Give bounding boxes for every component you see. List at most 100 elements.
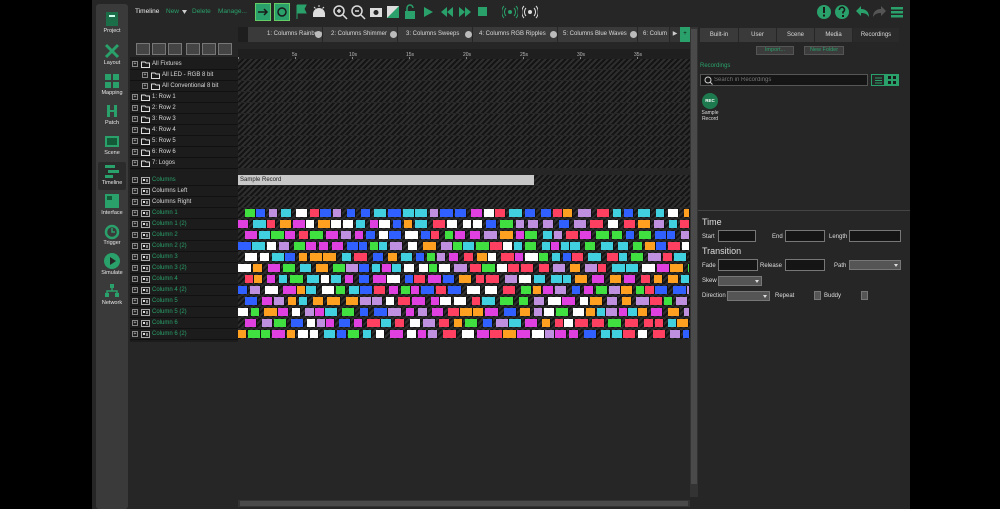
tree-row[interactable]: + All Fixtures <box>130 59 238 70</box>
cue-block[interactable] <box>636 286 645 294</box>
cue-block[interactable] <box>372 297 383 305</box>
cue-block[interactable] <box>331 275 342 283</box>
cue-block[interactable] <box>315 308 325 316</box>
grid-view-button[interactable] <box>885 74 899 86</box>
cue-block[interactable] <box>628 308 638 316</box>
cue-block[interactable] <box>516 220 525 228</box>
cue-block[interactable] <box>542 319 551 327</box>
cue-block[interactable] <box>470 264 482 272</box>
cue-block[interactable] <box>331 220 342 228</box>
cue-block[interactable] <box>367 319 381 327</box>
tree-row[interactable]: + Column 2 <box>130 230 238 241</box>
cue-block[interactable] <box>619 308 628 316</box>
cue-block[interactable] <box>370 242 379 250</box>
cue-block[interactable] <box>484 209 495 217</box>
tree-row[interactable]: + Column 5 <box>130 296 238 307</box>
cue-block[interactable] <box>269 209 278 217</box>
tree-row[interactable]: + Column 4 <box>130 274 238 285</box>
expand-toggle[interactable]: + <box>132 298 138 304</box>
cue-block[interactable] <box>504 308 517 316</box>
tree-row[interactable]: + Column 6 <box>130 318 238 329</box>
cue-block[interactable] <box>578 209 592 217</box>
tree-row[interactable]: + Column 1 (2) <box>130 219 238 230</box>
cue-block[interactable] <box>341 231 352 239</box>
cue-block[interactable] <box>310 209 320 217</box>
tree-row[interactable]: + Columns Right <box>130 197 238 208</box>
light-icon[interactable] <box>311 3 327 21</box>
cue-block[interactable] <box>639 231 652 239</box>
cue-block[interactable] <box>250 286 261 294</box>
cue-block[interactable] <box>355 231 364 239</box>
expand-toggle[interactable]: + <box>132 320 138 326</box>
cue-block[interactable] <box>323 253 337 261</box>
expand-toggle[interactable]: + <box>132 331 138 337</box>
cue-block[interactable] <box>555 319 564 327</box>
zoom-out-icon[interactable] <box>350 3 366 21</box>
cue-block[interactable] <box>245 275 254 283</box>
cue-block[interactable] <box>517 330 531 338</box>
cue-block[interactable] <box>448 286 462 294</box>
cue-block[interactable] <box>265 286 279 294</box>
timeline-lane[interactable] <box>238 307 690 317</box>
cue-block[interactable] <box>467 286 481 294</box>
tab-scene[interactable]: Scene <box>777 28 814 42</box>
cue-block[interactable] <box>541 209 552 217</box>
cue-block[interactable] <box>596 231 610 239</box>
cue-block[interactable] <box>553 209 563 217</box>
cue-block[interactable] <box>520 308 531 316</box>
tree-row[interactable]: + Column 5 (2) <box>130 307 238 318</box>
cue-block[interactable] <box>412 297 426 305</box>
tab-recordings[interactable]: Recordings <box>853 28 899 42</box>
cue-block[interactable] <box>322 286 335 294</box>
cue-block[interactable] <box>539 264 550 272</box>
cue-block[interactable] <box>503 242 513 250</box>
timeline-lane[interactable] <box>238 186 690 196</box>
follow-button[interactable] <box>255 3 271 21</box>
search-input[interactable] <box>714 75 864 85</box>
cue-block[interactable] <box>559 220 570 228</box>
cue-block[interactable] <box>525 319 538 327</box>
cue-block[interactable] <box>625 319 639 327</box>
expand-toggle[interactable]: + <box>132 232 138 238</box>
expand-toggle[interactable]: + <box>132 276 138 282</box>
cue-block[interactable] <box>677 319 689 327</box>
cue-block[interactable] <box>333 209 342 217</box>
cue-block[interactable] <box>379 220 391 228</box>
sample-record-block[interactable]: Sample Record <box>238 175 534 185</box>
cue-block[interactable] <box>551 275 563 283</box>
tree-row[interactable]: + Column 1 <box>130 208 238 219</box>
cue-block[interactable] <box>403 209 415 217</box>
cue-block[interactable] <box>670 264 684 272</box>
cue-block[interactable] <box>349 286 360 294</box>
cue-block[interactable] <box>644 319 654 327</box>
cue-block[interactable] <box>354 319 363 327</box>
cue-block[interactable] <box>429 264 438 272</box>
cue-block[interactable] <box>449 253 459 261</box>
cue-block[interactable] <box>621 286 633 294</box>
cue-block[interactable] <box>676 297 688 305</box>
cue-block[interactable] <box>272 330 286 338</box>
cue-block[interactable] <box>521 286 532 294</box>
cue-block[interactable] <box>580 297 589 305</box>
timeline-lane[interactable] <box>238 241 690 251</box>
direction-select[interactable] <box>727 291 770 301</box>
cue-block[interactable] <box>252 242 266 250</box>
cue-block[interactable] <box>390 330 404 338</box>
invert-icon[interactable] <box>386 3 400 21</box>
nav-trigger[interactable]: Trigger <box>98 222 126 250</box>
timeline-lane[interactable] <box>238 329 690 339</box>
cue-block[interactable] <box>483 319 493 327</box>
cue-block[interactable] <box>580 231 592 239</box>
cue-block[interactable] <box>668 209 679 217</box>
timeline-lane[interactable] <box>238 230 690 240</box>
expand-toggle[interactable]: + <box>132 116 138 122</box>
cue-block[interactable] <box>574 220 587 228</box>
expand-toggle[interactable]: + <box>132 160 138 166</box>
cue-block[interactable] <box>245 319 257 327</box>
tree-row[interactable]: + Column 3 (2) <box>130 263 238 274</box>
cue-block[interactable] <box>623 330 636 338</box>
cue-block[interactable] <box>657 264 670 272</box>
cue-block[interactable] <box>563 209 573 217</box>
cue-block[interactable] <box>586 308 596 316</box>
cue-block[interactable] <box>464 253 474 261</box>
